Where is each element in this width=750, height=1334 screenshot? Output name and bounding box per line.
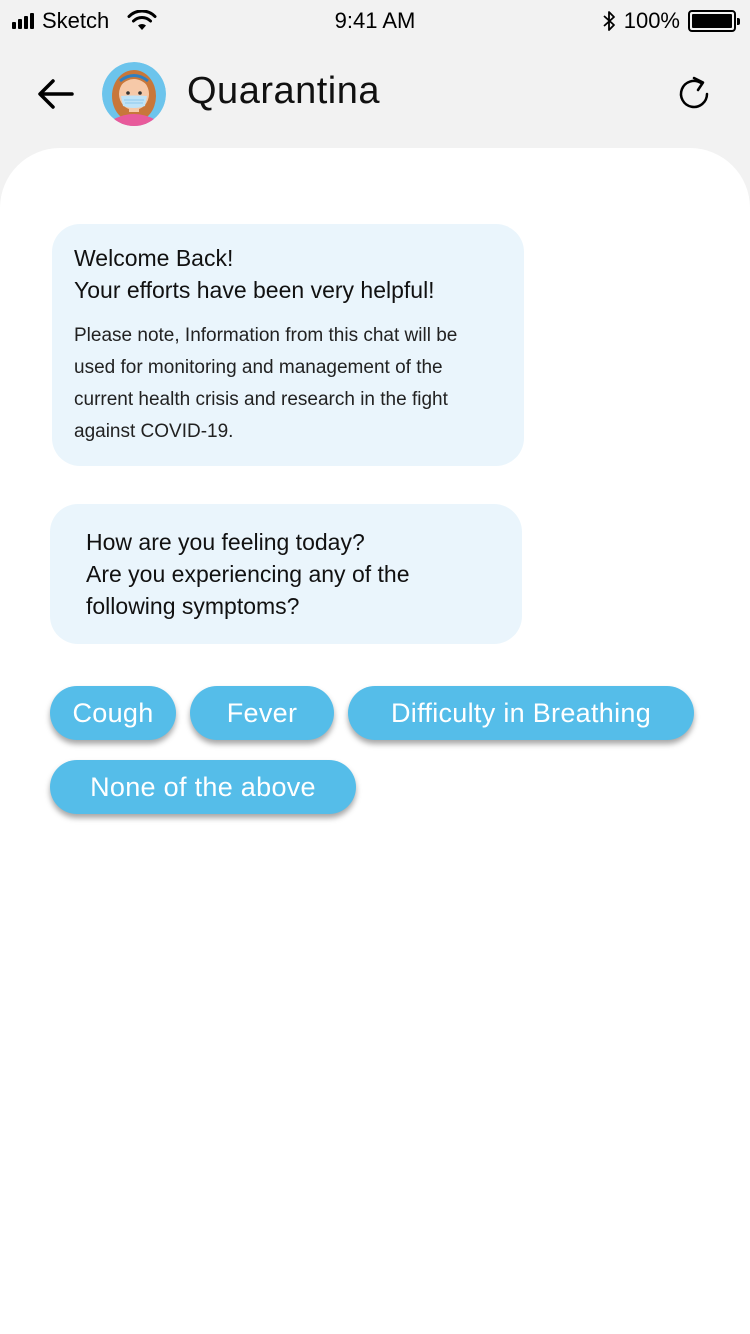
message-line: Welcome Back! [74, 245, 234, 271]
battery-icon [688, 10, 740, 32]
chat-title: Quarantina [187, 70, 381, 112]
status-right: 100% [602, 8, 740, 34]
back-arrow-icon[interactable] [36, 76, 76, 112]
chat-header: Quarantina [0, 40, 750, 148]
status-bar: Sketch 9:41 AM 100% [0, 0, 750, 40]
option-none-button[interactable]: None of the above [50, 760, 356, 814]
chat-panel: Welcome Back! Your efforts have been ver… [0, 148, 750, 1334]
message-line: How are you feeling today? [86, 529, 365, 555]
privacy-note: Please note, Information from this chat … [74, 325, 458, 442]
bot-message-question: How are you feeling today? Are you exper… [50, 504, 522, 644]
message-line: Are you experiencing any of the followin… [86, 561, 410, 619]
bluetooth-icon [603, 11, 615, 31]
avatar [102, 62, 166, 126]
option-cough-button[interactable]: Cough [50, 686, 176, 740]
message-line: Your efforts have been very helpful! [74, 277, 435, 303]
refresh-icon[interactable] [674, 74, 714, 114]
battery-percent: 100% [623, 8, 680, 33]
option-fever-button[interactable]: Fever [190, 686, 334, 740]
bot-message-welcome: Welcome Back! Your efforts have been ver… [52, 224, 524, 466]
option-difficulty-breathing-button[interactable]: Difficulty in Breathing [348, 686, 694, 740]
